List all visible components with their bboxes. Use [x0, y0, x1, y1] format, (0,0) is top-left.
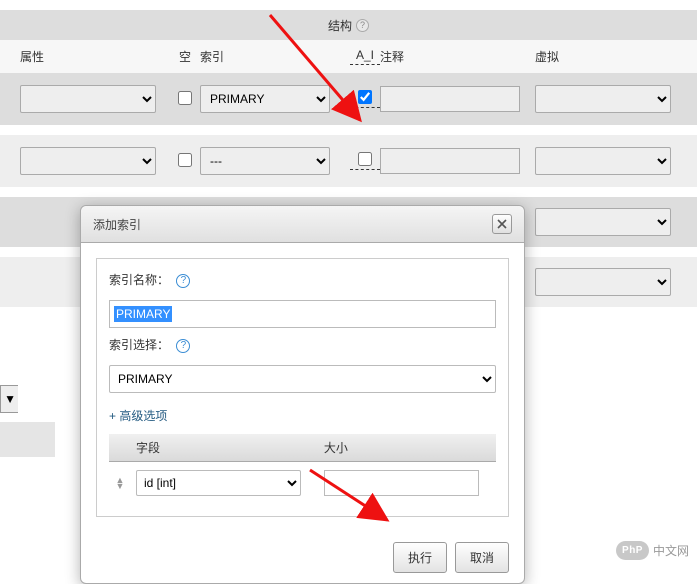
modal-title: 添加索引	[93, 216, 141, 233]
col-header-field: 字段	[131, 434, 319, 462]
add-index-modal: 添加索引 索引名称： ? PRIMARY 索引选择： ? PRIMARY	[80, 205, 525, 584]
close-icon	[497, 219, 507, 229]
index-columns-table: 字段 大小 ▲▼ id [int]	[109, 434, 496, 504]
help-icon[interactable]: ?	[176, 339, 190, 353]
help-icon[interactable]: ?	[176, 274, 190, 288]
table-row: ▲▼ id [int]	[109, 462, 496, 505]
advanced-options-link[interactable]: + 高级选项	[109, 407, 167, 424]
index-type-select[interactable]: PRIMARY	[109, 365, 496, 393]
watermark-icon: PhP	[616, 541, 649, 560]
field-select[interactable]: id [int]	[136, 470, 301, 496]
size-input[interactable]	[324, 470, 479, 496]
col-header-size: 大小	[319, 434, 496, 462]
close-button[interactable]	[492, 214, 512, 234]
watermark: PhP 中文网	[616, 541, 689, 560]
index-name-input[interactable]: PRIMARY	[109, 300, 496, 328]
watermark-text: 中文网	[653, 542, 689, 559]
index-name-label: 索引名称：	[109, 271, 169, 288]
index-type-label: 索引选择：	[109, 336, 169, 353]
reorder-handle[interactable]: ▲▼	[114, 477, 126, 489]
